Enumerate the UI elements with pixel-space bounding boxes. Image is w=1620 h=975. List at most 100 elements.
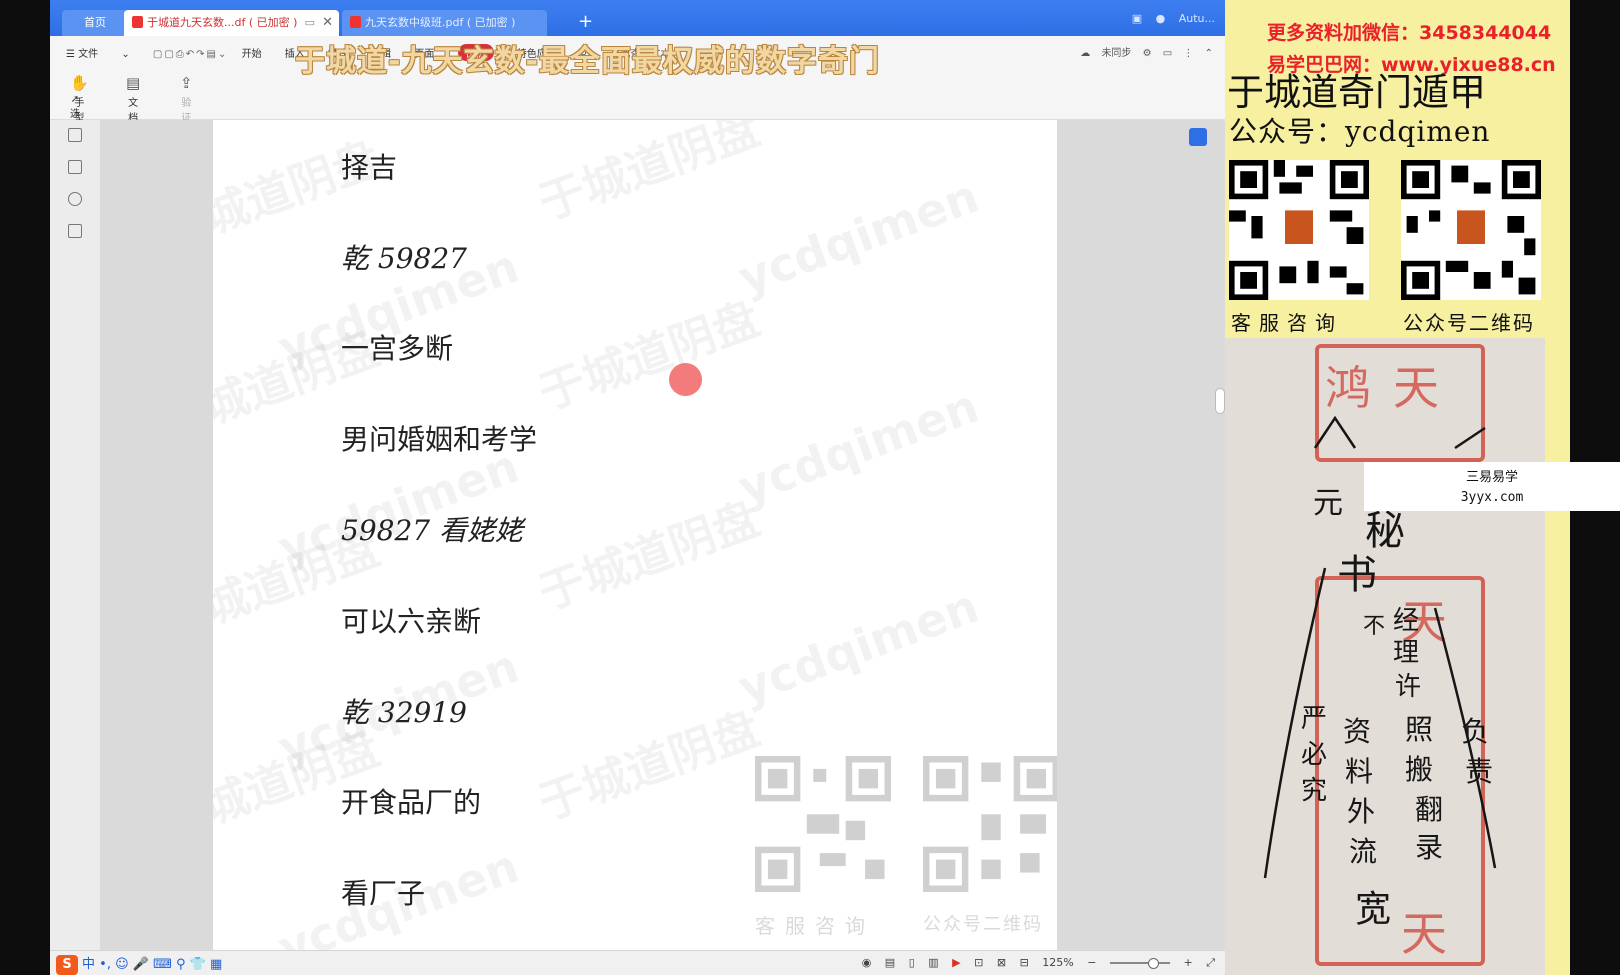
keyboard-icon[interactable]: ⌨: [153, 957, 172, 972]
outline-icon[interactable]: [68, 128, 82, 142]
comment-icon[interactable]: ▭: [1163, 48, 1172, 59]
faint-qr-caption: 客服咨询: [755, 914, 875, 938]
zoom-out-icon[interactable]: −: [1087, 956, 1096, 969]
fit-width-icon[interactable]: ⊡: [974, 956, 983, 969]
doc-line: 择吉: [341, 151, 398, 184]
hand-icon: ✋: [70, 74, 89, 92]
actual-size-icon[interactable]: ⊟: [1020, 956, 1029, 969]
input-method-toolbar[interactable]: S中 •, ☺ 🎤 ⌨ ⚲ 👕 ▦: [56, 953, 222, 975]
quick-access-icons[interactable]: ▢▢⎙↶↷▤⌄: [153, 49, 228, 60]
sync-label: 未同步: [1101, 48, 1132, 59]
tab-bar: 首页 于城道九天玄数...df ( 已加密 ) ▭ ✕ 九天玄数中级班.pdf …: [50, 0, 1225, 36]
service-qr-code: [1229, 160, 1369, 300]
promo-title: 于城道奇门遁甲: [1227, 71, 1486, 114]
account-qr-caption: 公众号二维码: [1403, 311, 1535, 335]
settings-icon[interactable]: ⚙: [1143, 48, 1152, 59]
file-menu[interactable]: ☰ 文件 ⌄: [66, 45, 130, 60]
watermark-text: ycdqimen: [731, 168, 986, 306]
document-lock-icon: ▤: [126, 74, 141, 92]
single-page-icon[interactable]: ▤: [885, 956, 895, 969]
banner-title: 于城道-九天玄数-最全面最权威的数字奇门: [295, 44, 880, 79]
promo-account: 公众号：ycdqimen: [1229, 115, 1491, 148]
tab-home-label: 首页: [84, 16, 106, 29]
doc-line: 可以六亲断: [341, 605, 482, 638]
doc-line: 乾 32919: [341, 696, 467, 729]
doc-line: 看厂子: [341, 877, 426, 910]
watermark-text: ycdqimen: [271, 438, 526, 576]
watermark-text: ycdqimen: [731, 578, 986, 716]
thumbnail-icon[interactable]: [68, 160, 82, 174]
double-page-icon[interactable]: ▥: [928, 956, 938, 969]
watermark-line-2: 3yyx.com: [1460, 490, 1524, 505]
tab-home[interactable]: 首页: [62, 10, 128, 36]
tab-label: 于城道九天玄数...df ( 已加密 ): [147, 16, 298, 29]
zoom-level[interactable]: 125%: [1042, 956, 1073, 969]
fit-page-icon[interactable]: ⊠: [997, 956, 1006, 969]
punct-icon[interactable]: •,: [99, 957, 111, 972]
sync-status[interactable]: ☁ 未同步: [1080, 48, 1131, 59]
file-menu-label: 文件: [78, 49, 99, 60]
tab-document-2[interactable]: 九天玄数中级班.pdf ( 已加密 ): [342, 10, 547, 36]
site-watermark: 三易易学 3yyx.com: [1364, 462, 1620, 511]
tool-icon[interactable]: ⚲: [176, 957, 186, 972]
more-icon[interactable]: ⋮: [1183, 48, 1193, 59]
doc-line: 乾 59827: [341, 242, 467, 275]
service-qr-caption: 客服咨询: [1231, 311, 1343, 335]
status-bar: S中 •, ☺ 🎤 ⌨ ⚲ 👕 ▦ ◉ ▤ ▯ ▥ ▶ ⊡ ⊠ ⊟ 125% −…: [50, 950, 1225, 975]
pdf-page: 于城道阴盘 于城道阴盘 ycdqimen ycdqimen 于城道阴盘 于城道阴…: [213, 120, 1057, 950]
watermark-text: 于城道阴盘: [531, 120, 767, 231]
layout-icon[interactable]: ▣: [1132, 12, 1142, 25]
menu-start[interactable]: 开始: [242, 45, 262, 60]
faint-qr-code: [755, 756, 891, 892]
ink-strokes: [1263, 415, 1497, 879]
stamped-notice-photo: 天 鸿 天 天 元 秘 书 不 经 理 许 照 搬 翻 录 资 料 外 流 严 …: [1225, 338, 1545, 975]
pdf-reader-window: 首页 于城道九天玄数...df ( 已加密 ) ▭ ✕ 九天玄数中级班.pdf …: [50, 0, 1225, 975]
user-name[interactable]: Autu...: [1179, 12, 1215, 25]
left-black-border: [0, 0, 50, 975]
new-tab-button[interactable]: +: [578, 12, 593, 32]
view-controls: ◉ ▤ ▯ ▥ ▶ ⊡ ⊠ ⊟ 125% − + ⤢: [852, 956, 1215, 970]
account-qr-code: [1401, 160, 1541, 300]
zoom-in-icon[interactable]: +: [1183, 956, 1192, 969]
collapse-icon[interactable]: ⌃: [1205, 48, 1213, 59]
window-controls: ▣ ● Autu...: [1122, 12, 1215, 32]
ime-mode[interactable]: 中: [82, 957, 95, 972]
document-canvas[interactable]: 于城道阴盘 于城道阴盘 ycdqimen ycdqimen 于城道阴盘 于城道阴…: [100, 120, 1225, 950]
grid-icon[interactable]: ▦: [210, 957, 222, 972]
doc-line: 59827 看姥姥: [341, 514, 523, 547]
pdf-icon: [132, 16, 143, 28]
navigation-sidebar: [50, 120, 100, 950]
play-icon[interactable]: ▶: [952, 956, 960, 969]
watermark-text: 于城道阴盘: [531, 701, 767, 831]
ad-wechat: 更多资料加微信：3458344044: [1267, 22, 1552, 44]
signature-panel-icon[interactable]: [68, 224, 82, 238]
watermark-text: 于城道阴盘: [531, 491, 767, 621]
watermark-text: 于城道阴盘: [531, 291, 767, 421]
cursor-icon: ➚: [70, 94, 80, 105]
emoji-icon[interactable]: ☺: [115, 957, 129, 972]
doc-line: 开食品厂的: [341, 786, 482, 819]
close-tab-icon[interactable]: ✕: [322, 10, 333, 36]
signature-icon: ⇪: [180, 74, 193, 92]
skin-icon[interactable]: 👕: [190, 957, 206, 972]
eye-icon[interactable]: ◉: [862, 956, 872, 969]
watermark-text: ycdqimen: [731, 378, 986, 516]
doc-line: 一宫多断: [341, 332, 454, 365]
pdf-icon: [350, 16, 361, 28]
side-panel-toggle-icon[interactable]: [1189, 128, 1207, 146]
avatar[interactable]: ●: [1156, 12, 1166, 25]
faint-qr-code: [923, 756, 1057, 892]
sogou-logo-icon: S: [56, 955, 78, 975]
scrollbar-thumb[interactable]: [1215, 388, 1225, 414]
mic-icon[interactable]: 🎤: [133, 957, 149, 972]
pointer-highlight: [669, 363, 702, 396]
tab-document-active[interactable]: 于城道九天玄数...df ( 已加密 ) ▭ ✕: [124, 10, 339, 36]
zoom-slider[interactable]: [1109, 958, 1170, 969]
watermark-line-1: 三易易学: [1465, 470, 1518, 485]
fullscreen-icon[interactable]: ⤢: [1206, 956, 1215, 969]
doc-line: 男问婚姻和考学: [341, 423, 538, 456]
continuous-icon[interactable]: ▯: [909, 956, 915, 969]
right-tools: ☁ 未同步 ⚙ ▭ ⋮ ⌃: [1072, 44, 1213, 59]
annotation-icon[interactable]: [68, 192, 82, 206]
pin-icon[interactable]: ▭: [305, 10, 315, 36]
